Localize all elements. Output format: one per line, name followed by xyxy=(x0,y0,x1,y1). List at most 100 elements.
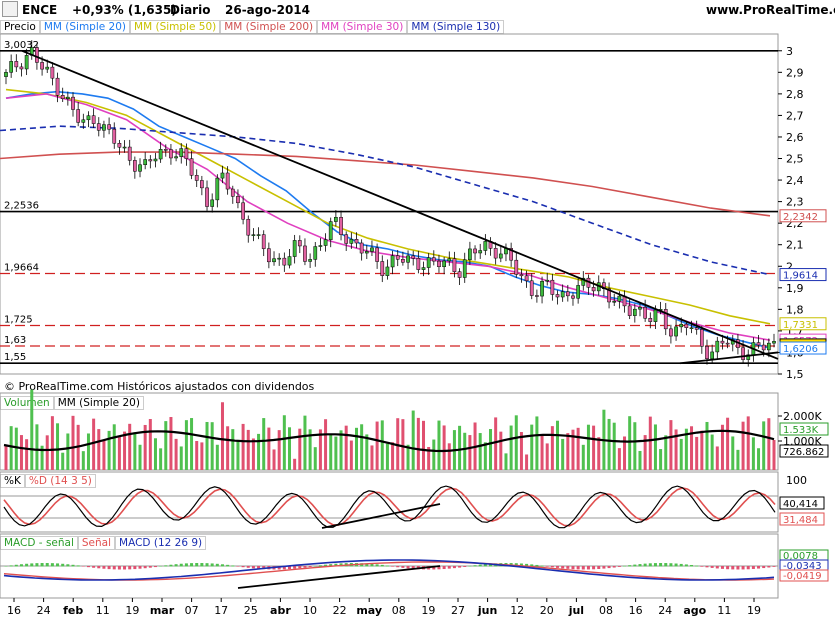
candle-body xyxy=(689,327,694,329)
volume-bar xyxy=(468,435,472,470)
candle-body xyxy=(483,241,488,251)
macd-histogram-bar xyxy=(226,564,230,567)
candle-body xyxy=(35,47,39,63)
candle-body xyxy=(163,149,168,151)
candle-body xyxy=(215,177,220,201)
trend-line xyxy=(21,49,779,360)
macd-histogram-bar xyxy=(92,566,96,568)
volume-tag-label: 1.533K xyxy=(783,425,819,436)
candle-body xyxy=(55,77,60,96)
volume-bar xyxy=(489,429,493,470)
x-tick-label: 12 xyxy=(510,604,524,617)
candle-body xyxy=(4,72,8,77)
x-tick-label: 10 xyxy=(303,604,317,617)
candle-body xyxy=(364,251,369,254)
x-tick-label: 08 xyxy=(392,604,406,617)
volume-tag-label: 726.862 xyxy=(783,447,824,458)
candle-body xyxy=(107,124,111,130)
volume-bar xyxy=(607,418,611,470)
volume-bar xyxy=(61,452,65,470)
candle-body xyxy=(24,55,29,70)
candle-body xyxy=(76,109,81,123)
price-y-tick-label: 2,4 xyxy=(786,174,804,187)
candle-body xyxy=(442,260,446,268)
volume-bar xyxy=(360,424,364,470)
candle-body xyxy=(431,257,436,262)
volume-bar xyxy=(731,436,735,470)
x-tick-label: 19 xyxy=(421,604,435,617)
volume-bar xyxy=(612,422,616,470)
candle-body xyxy=(529,280,534,296)
candle-body xyxy=(241,202,245,220)
candle-body xyxy=(349,239,354,244)
price-y-tick-label: 2,1 xyxy=(786,239,804,252)
candle-body xyxy=(540,280,544,297)
candle-body xyxy=(246,218,251,236)
macd-histogram-bar xyxy=(195,563,199,567)
price-tag-label: 1,7331 xyxy=(783,320,818,331)
x-tick-label: 19 xyxy=(125,604,139,617)
candle-body xyxy=(591,287,596,292)
volume-bar xyxy=(432,439,436,470)
volume-bar xyxy=(246,429,250,470)
volume-bar xyxy=(494,417,498,470)
candle-body xyxy=(272,258,276,263)
x-tick-label: 19 xyxy=(747,604,761,617)
candle-body xyxy=(560,291,565,298)
volume-bar xyxy=(391,442,395,470)
chart-canvas[interactable]: 3,0032 2,2536 1,9664 1,725 1,63 1,55 3 2,9 2,8 2… xyxy=(0,0,835,620)
candle-body xyxy=(380,261,385,276)
macd-histogram-bar xyxy=(56,563,60,567)
volume-bar xyxy=(411,410,415,470)
candle-body xyxy=(287,256,292,266)
macd-histogram-bar xyxy=(690,564,694,567)
candle-body xyxy=(535,295,539,297)
candle-body xyxy=(370,247,374,252)
candle-body xyxy=(555,294,560,298)
candle-body xyxy=(684,323,689,328)
candle-body xyxy=(81,119,86,123)
macd-histogram-bar xyxy=(200,563,204,567)
volume-bar xyxy=(550,426,554,470)
macd-histogram-bar xyxy=(638,564,642,567)
macd-histogram-bar xyxy=(107,566,111,570)
macd-histogram-bar xyxy=(556,566,560,568)
candle-body xyxy=(493,248,498,259)
volume-bar xyxy=(71,415,75,470)
volume-bar xyxy=(313,447,317,470)
candle-body xyxy=(421,267,426,270)
volume-bar xyxy=(566,433,570,470)
volume-bar xyxy=(267,427,271,470)
candle-body xyxy=(334,217,338,222)
volume-bar xyxy=(14,427,18,470)
price-panel-frame xyxy=(0,33,779,375)
x-tick-label: 11 xyxy=(717,604,731,617)
volume-bar xyxy=(303,415,307,470)
x-tick-label: 08 xyxy=(599,604,613,617)
volume-bar xyxy=(231,429,235,470)
volume-bar xyxy=(525,454,529,470)
volume-bar xyxy=(236,439,240,470)
macd-histogram-bar xyxy=(45,563,49,567)
volume-bar xyxy=(324,419,328,470)
macd-histogram-bar xyxy=(757,566,761,569)
candle-body xyxy=(138,164,142,172)
macd-histogram-bar xyxy=(148,566,152,568)
volume-bar xyxy=(86,433,90,470)
price-y-tick-label: 2,3 xyxy=(786,196,804,209)
volume-bar xyxy=(746,416,750,470)
volume-bar xyxy=(262,418,266,470)
candle-body xyxy=(468,248,472,260)
stoch-k-line xyxy=(3,485,776,529)
macd-histogram-bar xyxy=(473,565,477,567)
volume-bar xyxy=(653,424,657,470)
macd-histogram-bar xyxy=(179,563,183,567)
volume-bar xyxy=(628,416,632,470)
macd-histogram-bar xyxy=(612,566,616,568)
macd-histogram-bar xyxy=(715,566,719,569)
volume-bar xyxy=(535,416,539,470)
stoch-tag-label: 31,484 xyxy=(783,515,818,526)
candle-body xyxy=(725,342,730,345)
macd-histogram-bar xyxy=(71,564,75,567)
macd-histogram-bar xyxy=(190,563,194,567)
